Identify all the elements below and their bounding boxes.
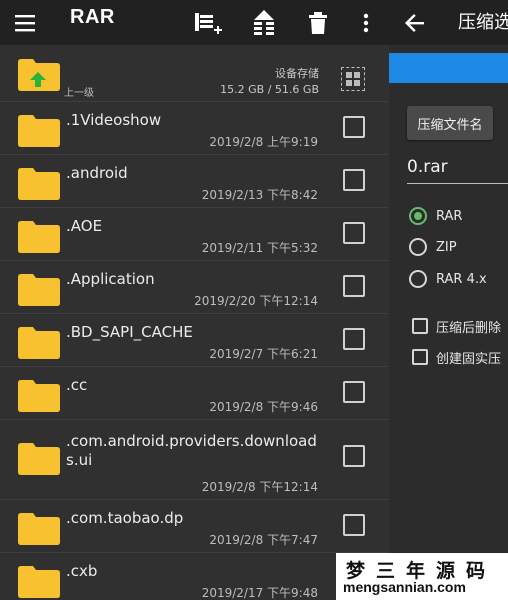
file-name: .AOE: [66, 217, 103, 235]
format-radio-rar[interactable]: RAR: [409, 204, 462, 228]
file-name: .1Videoshow: [66, 111, 162, 129]
folder-icon: [18, 566, 60, 598]
option-label: 创建固实压: [436, 351, 502, 367]
archive-options-title: 压缩选: [458, 12, 508, 33]
file-row[interactable]: .Application 2019/2/20 下午12:14: [0, 261, 389, 314]
folder-icon: [18, 168, 60, 200]
extract-icon[interactable]: [246, 5, 282, 41]
file-checkbox[interactable]: [343, 445, 365, 467]
format-radio-zip[interactable]: ZIP: [409, 235, 457, 259]
folder-icon: [18, 274, 60, 306]
option-checkbox[interactable]: [412, 318, 428, 334]
file-row[interactable]: .cc 2019/2/8 下午9:46: [0, 367, 389, 420]
option-checkbox[interactable]: [412, 349, 428, 365]
delete-icon[interactable]: [300, 5, 336, 41]
file-date: 2019/2/13 下午8:42: [201, 188, 318, 202]
select-all-icon[interactable]: [341, 67, 365, 91]
more-options-icon[interactable]: [348, 5, 384, 41]
archive-options-appbar: 压缩选: [389, 0, 508, 45]
file-row[interactable]: .android 2019/2/13 下午8:42: [0, 155, 389, 208]
archive-name-button[interactable]: 压缩文件名: [407, 106, 493, 140]
format-radio-rar4[interactable]: RAR 4.x: [409, 267, 487, 291]
file-date: 2019/2/7 下午6:21: [209, 347, 318, 361]
option-delete-after[interactable]: 压缩后删除: [412, 315, 501, 337]
file-row[interactable]: .com.android.providers.downloads.ui 2019…: [0, 420, 389, 500]
folder-icon: [18, 327, 60, 359]
parent-folder-icon: [18, 59, 60, 91]
menu-icon[interactable]: [8, 5, 44, 41]
file-row[interactable]: .AOE 2019/2/11 下午5:32: [0, 208, 389, 261]
add-to-archive-icon[interactable]: [190, 5, 226, 41]
storage-label: 设备存储: [275, 67, 319, 80]
file-checkbox[interactable]: [343, 328, 365, 350]
archive-name-input[interactable]: 0.rar: [407, 157, 508, 184]
file-checkbox[interactable]: [343, 169, 365, 191]
folder-icon: [18, 513, 60, 545]
folder-icon: [18, 221, 60, 253]
option-solid-archive[interactable]: 创建固实压: [412, 346, 501, 368]
storage-size: 15.2 GB / 51.6 GB: [220, 83, 319, 96]
file-row[interactable]: .cxb 2019/2/17 下午9:48: [0, 553, 389, 600]
file-name: .cxb: [66, 562, 98, 580]
format-label: RAR: [436, 208, 463, 224]
file-name: .com.android.providers.downloads.ui: [66, 432, 317, 469]
folder-icon: [18, 115, 60, 147]
file-checkbox[interactable]: [343, 116, 365, 138]
format-label: ZIP: [436, 239, 457, 255]
file-row[interactable]: .BD_SAPI_CACHE 2019/2/7 下午6:21: [0, 314, 389, 367]
file-row[interactable]: .1Videoshow 2019/2/8 上午9:19: [0, 102, 389, 155]
format-label: RAR 4.x: [436, 271, 487, 287]
file-date: 2019/2/8 下午7:47: [209, 533, 318, 547]
parent-folder-row[interactable]: 上一级 设备存储 15.2 GB / 51.6 GB: [0, 45, 389, 102]
tab-indicator-bar[interactable]: [389, 53, 508, 83]
file-date: 2019/2/11 下午5:32: [201, 241, 318, 255]
file-name: .cc: [66, 376, 88, 394]
file-row[interactable]: .com.taobao.dp 2019/2/8 下午7:47: [0, 500, 389, 553]
file-date: 2019/2/8 上午9:19: [209, 135, 318, 149]
app-title: RAR: [70, 6, 115, 28]
back-arrow-icon[interactable]: [397, 5, 433, 41]
file-name: .BD_SAPI_CACHE: [66, 323, 193, 341]
option-label: 压缩后删除: [436, 320, 502, 336]
file-date: 2019/2/8 下午9:46: [209, 400, 318, 414]
file-checkbox[interactable]: [343, 275, 365, 297]
file-name: .com.taobao.dp: [66, 509, 184, 527]
archive-options-panel: 压缩选 压缩文件名 0.rar RAR ZIP RAR 4.x 压缩后删除 创建…: [389, 0, 508, 600]
folder-icon: [18, 380, 60, 412]
radio-checked-icon[interactable]: [409, 207, 427, 225]
file-list: 上一级 设备存储 15.2 GB / 51.6 GB .1Videoshow 2…: [0, 45, 389, 600]
folder-icon: [18, 443, 60, 475]
file-name: .Application: [66, 270, 155, 288]
watermark-url: mengsannian.com: [343, 579, 466, 595]
parent-label: 上一级: [64, 88, 94, 99]
radio-unchecked-icon[interactable]: [409, 238, 427, 256]
file-date: 2019/2/20 下午12:14: [194, 294, 318, 308]
app-window: RAR 上一级 设备存储 15.2 GB / 51.6 GB .1Videosh…: [0, 0, 508, 600]
file-browser-panel: RAR 上一级 设备存储 15.2 GB / 51.6 GB .1Videosh…: [0, 0, 389, 600]
file-name: .android: [66, 164, 128, 182]
file-checkbox[interactable]: [343, 381, 365, 403]
file-date: 2019/2/8 下午12:14: [201, 480, 318, 494]
file-date: 2019/2/17 下午9:48: [201, 586, 318, 600]
file-browser-appbar: RAR: [0, 0, 389, 45]
file-checkbox[interactable]: [343, 222, 365, 244]
file-checkbox[interactable]: [343, 514, 365, 536]
radio-unchecked-icon[interactable]: [409, 270, 427, 288]
watermark-logo: 梦三年源码 mengsannian.com: [336, 553, 508, 600]
